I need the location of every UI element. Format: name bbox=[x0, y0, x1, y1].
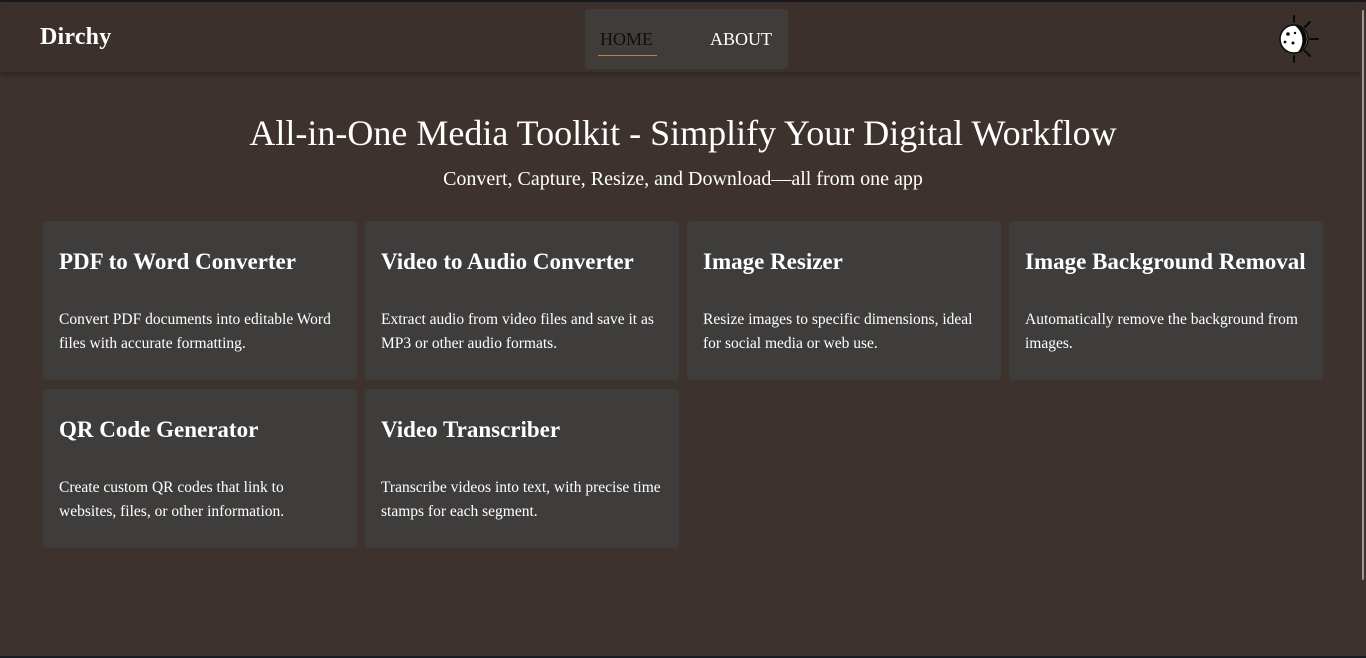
main-nav: HOME ABOUT bbox=[585, 9, 788, 69]
tool-card-video-transcriber[interactable]: Video Transcriber Transcribe videos into… bbox=[365, 389, 679, 548]
tool-card-title: Image Resizer bbox=[703, 249, 843, 274]
tool-card-video-to-audio[interactable]: Video to Audio Converter Extract audio f… bbox=[365, 221, 679, 380]
tool-card-title: Image Background Removal bbox=[1025, 249, 1306, 274]
site-logo[interactable]: Dirchy bbox=[40, 24, 111, 51]
tools-grid: PDF to Word Converter Convert PDF docume… bbox=[43, 221, 1323, 548]
page-subtitle: Convert, Capture, Resize, and Download—a… bbox=[443, 168, 923, 190]
tool-card-title: QR Code Generator bbox=[59, 417, 259, 442]
tool-card-description: Extract audio from video files and save … bbox=[381, 311, 654, 352]
tool-card-description: Create custom QR codes that link to webs… bbox=[59, 479, 285, 520]
scrollbar-thumb[interactable] bbox=[1362, 10, 1364, 580]
nav-item-home[interactable]: HOME bbox=[600, 29, 653, 50]
nav-item-about[interactable]: ABOUT bbox=[710, 29, 772, 50]
moon-sun-toggle-icon bbox=[1279, 15, 1319, 63]
tool-card-title: Video to Audio Converter bbox=[381, 249, 634, 274]
tool-card-pdf-to-word[interactable]: PDF to Word Converter Convert PDF docume… bbox=[43, 221, 357, 380]
tool-card-title: PDF to Word Converter bbox=[59, 249, 296, 274]
tool-card-image-resizer[interactable]: Image Resizer Resize images to specific … bbox=[687, 221, 1001, 380]
tool-card-description: Transcribe videos into text, with precis… bbox=[381, 479, 661, 520]
top-navbar: Dirchy HOME ABOUT bbox=[0, 2, 1362, 72]
tool-card-description: Convert PDF documents into editable Word… bbox=[59, 311, 331, 352]
tool-card-description: Resize images to specific dimensions, id… bbox=[703, 311, 973, 352]
tool-card-background-removal[interactable]: Image Background Removal Automatically r… bbox=[1009, 221, 1323, 380]
tool-card-title: Video Transcriber bbox=[381, 417, 561, 442]
theme-toggle-button[interactable] bbox=[1264, 14, 1322, 64]
tool-card-qr-generator[interactable]: QR Code Generator Create custom QR codes… bbox=[43, 389, 357, 548]
active-nav-underline bbox=[598, 55, 657, 56]
tool-card-description: Automatically remove the background from… bbox=[1025, 311, 1298, 352]
page-title: All-in-One Media Toolkit - Simplify Your… bbox=[249, 113, 1117, 153]
page-scrollbar[interactable] bbox=[1360, 2, 1366, 656]
